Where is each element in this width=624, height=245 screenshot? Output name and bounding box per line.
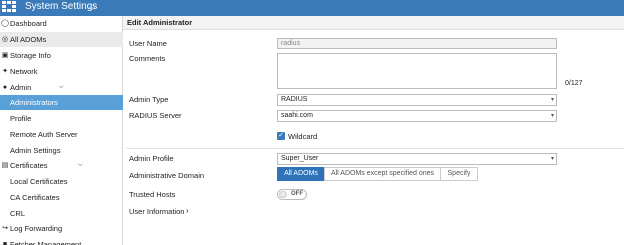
sidebar-item-network[interactable]: ✦ Network [0,64,123,79]
certificate-icon: ▤ [1,162,9,169]
admin-type-value: RADIUS [281,96,308,103]
user-name-label: User Name [129,39,167,48]
section-divider [126,148,624,149]
sidebar-item-label: Fetcher Management [10,240,82,245]
wildcard-label: Wildcard [288,132,318,141]
network-icon: ✦ [2,68,8,75]
sidebar-item-all-adoms[interactable]: ◎ All ADOMs [0,32,123,47]
sidebar-item-label: Admin Settings [10,146,61,155]
sidebar-item-admin-settings[interactable]: Admin Settings [0,143,123,158]
user-information-label[interactable]: User Information [129,207,184,216]
sidebar-item-remote-auth-server[interactable]: Remote Auth Server [0,127,123,142]
chevron-down-icon: ⌵ [59,84,64,90]
globe-icon: ◎ [1,36,9,43]
user-icon: ● [2,84,8,91]
sidebar-item-label: Network [10,67,38,76]
sidebar-item-label: Storage Info [10,51,51,60]
admin-domain-label: Administrative Domain [129,171,205,180]
chevron-right-icon[interactable]: › [186,206,189,215]
sidebar-item-crl[interactable]: CRL [0,206,123,221]
admin-domain-all-adoms-option[interactable]: All ADOMs [277,167,325,181]
sidebar-item-label: Profile [10,114,32,123]
sidebar-item-dashboard[interactable]: ◯ Dashboard [0,16,123,31]
sidebar-item-label: Dashboard [10,19,47,28]
chevron-down-icon: ▾ [550,97,554,103]
sidebar-item-profile[interactable]: Profile [0,111,123,126]
sidebar-item-administrators[interactable]: Administrators [0,95,123,110]
user-name-field: radius [277,38,557,49]
admin-domain-specify-option[interactable]: Specify [440,167,478,181]
toggle-state: OFF [291,191,303,197]
page-title: Edit Administrator [123,16,624,30]
sidebar-item-ca-certificates[interactable]: CA Certificates [0,190,123,205]
sidebar-item-certificates[interactable]: ▤ Certificates ⌵ [0,158,123,173]
fetcher-icon: ■ [2,241,8,245]
comments-counter: 0/127 [565,80,583,87]
sidebar-item-label: Admin [10,83,32,92]
top-bar: System Settings ⌵ [0,0,624,16]
sidebar-item-admin[interactable]: ● Admin ⌵ [0,80,123,95]
storage-icon: ▣ [1,52,9,59]
log-forwarding-icon: ↪ [2,225,8,232]
radius-server-select[interactable]: saahi.com ▾ [277,110,557,122]
admin-domain-except-option[interactable]: All ADOMs except specified ones [324,167,441,181]
admin-type-label: Admin Type [129,95,169,104]
admin-profile-label: Admin Profile [129,154,174,163]
sidebar-item-label: Administrators [10,98,58,107]
sidebar-item-label: All ADOMs [10,35,47,44]
sidebar-item-label: Local Certificates [10,177,68,186]
trusted-hosts-label: Trusted Hosts [129,190,176,199]
sidebar-item-fetcher-management[interactable]: ■ Fetcher Management [0,237,123,245]
sidebar-item-local-certificates[interactable]: Local Certificates [0,174,123,189]
sidebar-item-log-forwarding[interactable]: ↪ Log Forwarding [0,221,123,236]
sidebar-item-label: Certificates [10,161,48,170]
comments-label: Comments [129,54,166,63]
wildcard-checkbox[interactable]: ✓ [277,132,285,140]
radius-server-label: RADIUS Server [129,111,182,120]
admin-profile-value: Super_User [281,155,319,162]
chevron-down-icon: ▾ [550,113,554,119]
sidebar-item-label: Log Forwarding [10,224,63,233]
chevron-down-icon: ▾ [550,156,554,162]
trusted-hosts-toggle[interactable]: OFF [277,189,307,200]
fortinet-logo-icon [2,1,16,13]
chevron-down-icon[interactable]: ⌵ [89,3,95,13]
dashboard-icon: ◯ [1,20,9,27]
sidebar: ◯ Dashboard ◎ All ADOMs ▣ Storage Info ✦… [0,16,123,245]
sidebar-item-label: Remote Auth Server [10,130,78,139]
chevron-down-icon: ⌵ [78,162,83,168]
main-panel: Edit Administrator User Name radius Comm… [123,16,624,245]
app-title[interactable]: System Settings [25,1,97,12]
toggle-knob [279,191,287,198]
radius-server-value: saahi.com [281,112,313,119]
admin-type-select[interactable]: RADIUS ▾ [277,94,557,106]
comments-textarea[interactable] [277,53,557,89]
sidebar-item-label: CA Certificates [10,193,60,202]
sidebar-item-storage-info[interactable]: ▣ Storage Info [0,48,123,63]
sidebar-item-label: CRL [10,209,26,218]
admin-profile-select[interactable]: Super_User ▾ [277,153,557,165]
